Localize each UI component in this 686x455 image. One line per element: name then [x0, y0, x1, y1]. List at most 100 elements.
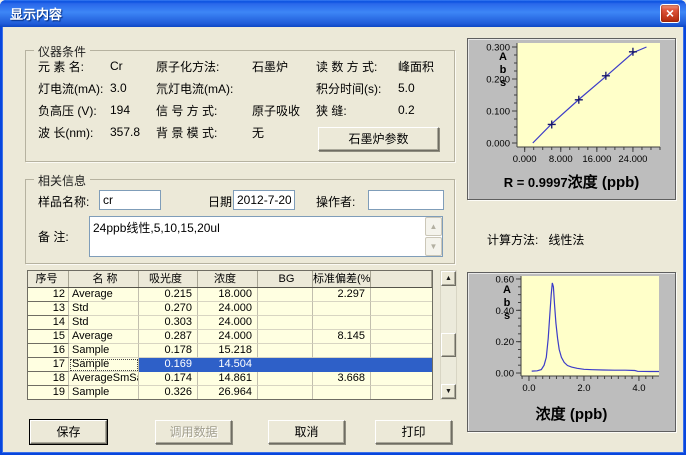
table-header-row[interactable]: 序号名 称吸光度浓度BG标准偏差(%: [28, 271, 432, 288]
x-tick-label: 0.000: [513, 154, 537, 165]
table-cell[interactable]: [371, 316, 432, 330]
y-tick-label: 0.100: [486, 107, 510, 118]
table-cell[interactable]: [258, 344, 313, 358]
table-cell[interactable]: [313, 344, 371, 358]
field-label: 信 号 方 式:: [156, 102, 252, 119]
table-cell[interactable]: [371, 330, 432, 344]
table-cell[interactable]: [371, 372, 432, 386]
table-cell[interactable]: 16: [28, 344, 69, 358]
table-cell[interactable]: 19: [28, 386, 69, 400]
table-row[interactable]: 12Average0.21518.000 2.297: [28, 288, 432, 302]
table-cell[interactable]: [258, 288, 313, 302]
column-header[interactable]: 吸光度: [139, 271, 198, 287]
table-cell[interactable]: 8.145: [313, 330, 371, 344]
table-cell[interactable]: [371, 344, 432, 358]
scroll-down-icon[interactable]: ▼: [425, 237, 442, 256]
table-cell[interactable]: 0.178: [139, 344, 198, 358]
table-cell[interactable]: 24.000: [198, 316, 258, 330]
cancel-button[interactable]: 取消: [268, 420, 345, 444]
table-cell[interactable]: [258, 358, 313, 372]
table-cell[interactable]: 26.964: [198, 386, 258, 400]
table-cell[interactable]: 0.287: [139, 330, 198, 344]
table-cell[interactable]: 0.174: [139, 372, 198, 386]
table-cell[interactable]: 0.215: [139, 288, 198, 302]
table-cell[interactable]: Sample: [69, 358, 139, 372]
table-cell[interactable]: AverageSmSa: [69, 372, 139, 386]
table-row[interactable]: 17Sample0.16914.504: [28, 358, 432, 372]
table-cell[interactable]: Average: [69, 288, 139, 302]
instrument-field: 读 数 方 式:峰面积: [316, 55, 454, 77]
table-row[interactable]: 18AverageSmSa0.17414.861 3.668: [28, 372, 432, 386]
table-cell[interactable]: [258, 372, 313, 386]
table-row[interactable]: 19Sample0.32626.964: [28, 386, 432, 400]
table-cell[interactable]: 14: [28, 316, 69, 330]
table-cell[interactable]: [258, 316, 313, 330]
table-cell[interactable]: Std: [69, 316, 139, 330]
table-cell[interactable]: [313, 316, 371, 330]
calibration-chart-panel: 0.0008.00016.00024.0000.0000.1000.2000.3…: [467, 38, 676, 200]
table-cell[interactable]: [371, 302, 432, 316]
table-cell[interactable]: 17: [28, 358, 69, 372]
calibration-x-axis-title: 浓度 (ppb): [568, 174, 640, 191]
x-tick-label: 0.0: [522, 383, 535, 394]
field-value: 无: [252, 124, 264, 141]
table-cell[interactable]: 24.000: [198, 330, 258, 344]
graphite-furnace-params-button[interactable]: 石墨炉参数: [318, 127, 439, 151]
table-scrollbar[interactable]: ▲ ▼: [440, 270, 457, 400]
table-cell[interactable]: 0.303: [139, 316, 198, 330]
close-icon[interactable]: ×: [660, 4, 680, 23]
table-cell[interactable]: [313, 302, 371, 316]
table-cell[interactable]: Sample: [69, 344, 139, 358]
instrument-field: 信 号 方 式:原子吸收: [156, 99, 314, 121]
table-cell[interactable]: [371, 288, 432, 302]
y-tick-label: 0.20: [496, 337, 515, 348]
table-cell[interactable]: 18.000: [198, 288, 258, 302]
table-cell[interactable]: [258, 302, 313, 316]
table-row[interactable]: 15Average0.28724.000 8.145: [28, 330, 432, 344]
table-row[interactable]: 13Std0.27024.000: [28, 302, 432, 316]
table-cell[interactable]: Sample: [69, 386, 139, 400]
notes-textarea[interactable]: 24ppb线性,5,10,15,20ul: [89, 216, 443, 257]
table-cell[interactable]: 3.668: [313, 372, 371, 386]
r-value: R = 0.9997: [504, 175, 568, 190]
print-button[interactable]: 打印: [375, 420, 452, 444]
table-cell[interactable]: [371, 386, 432, 400]
table-cell[interactable]: 15.218: [198, 344, 258, 358]
sample-name-input[interactable]: [99, 190, 161, 210]
table-row[interactable]: 16Sample0.17815.218: [28, 344, 432, 358]
date-input[interactable]: [233, 190, 295, 210]
table-cell[interactable]: [258, 330, 313, 344]
column-header[interactable]: BG: [258, 271, 313, 287]
scroll-up-icon[interactable]: ▲: [425, 217, 442, 236]
table-cell[interactable]: 14.504: [198, 358, 258, 372]
table-cell[interactable]: 12: [28, 288, 69, 302]
table-cell[interactable]: [258, 386, 313, 400]
scrollbar-up-icon[interactable]: ▲: [441, 271, 456, 286]
table-cell[interactable]: [313, 358, 371, 372]
column-header[interactable]: 序号: [28, 271, 69, 287]
table-cell[interactable]: 14.861: [198, 372, 258, 386]
sample-name-label: 样品名称:: [38, 193, 89, 210]
operator-input[interactable]: [368, 190, 444, 210]
table-cell[interactable]: 15: [28, 330, 69, 344]
table-cell[interactable]: Average: [69, 330, 139, 344]
column-header[interactable]: [371, 271, 432, 287]
table-cell[interactable]: 24.000: [198, 302, 258, 316]
table-cell[interactable]: Std: [69, 302, 139, 316]
table-cell[interactable]: 0.326: [139, 386, 198, 400]
scrollbar-thumb[interactable]: [441, 333, 456, 357]
save-button[interactable]: 保存: [30, 420, 107, 444]
table-cell[interactable]: 0.270: [139, 302, 198, 316]
column-header[interactable]: 浓度: [198, 271, 258, 287]
scrollbar-down-icon[interactable]: ▼: [441, 384, 456, 399]
table-cell[interactable]: 2.297: [313, 288, 371, 302]
table-cell[interactable]: 0.169: [139, 358, 198, 372]
table-cell[interactable]: 13: [28, 302, 69, 316]
table-cell[interactable]: 18: [28, 372, 69, 386]
table-cell[interactable]: [371, 358, 432, 372]
title-bar[interactable]: 显示内容 ×: [0, 0, 686, 27]
column-header[interactable]: 名 称: [69, 271, 139, 287]
column-header[interactable]: 标准偏差(%: [313, 271, 371, 287]
table-row[interactable]: 14Std0.30324.000: [28, 316, 432, 330]
table-cell[interactable]: [313, 386, 371, 400]
